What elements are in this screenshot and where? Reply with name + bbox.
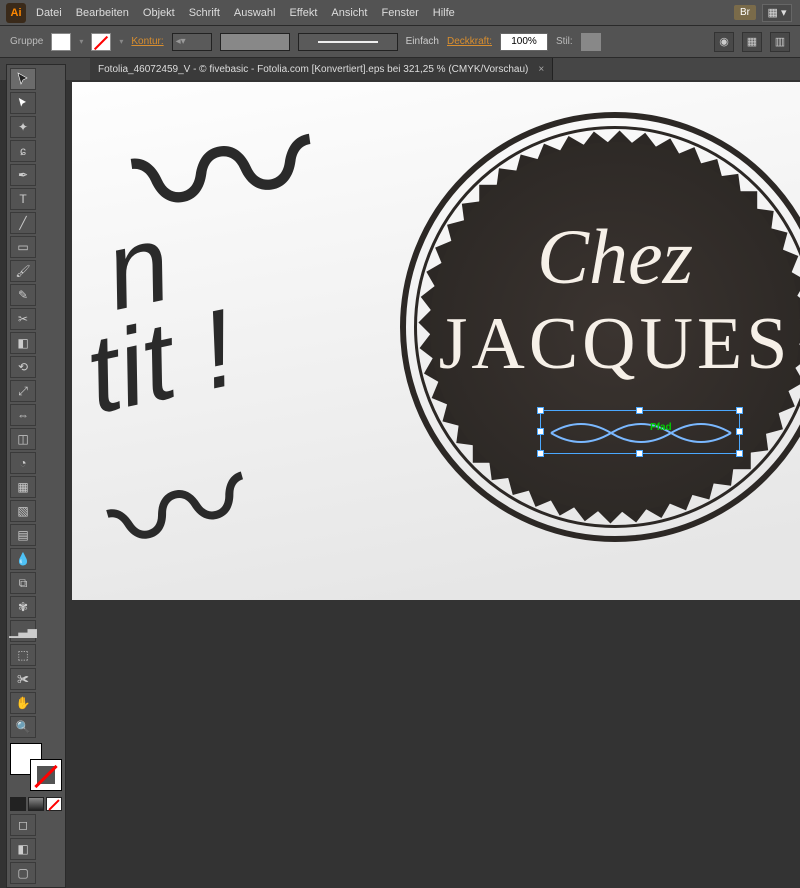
draw-behind[interactable]: ◧ xyxy=(10,838,36,860)
width-tool[interactable]: ⇔ xyxy=(10,404,36,426)
stroke-swatch[interactable] xyxy=(91,33,111,51)
bridge-button[interactable]: Br xyxy=(734,5,756,20)
selected-path xyxy=(541,411,741,455)
direct-selection-tool[interactable] xyxy=(10,92,36,114)
menu-hilfe[interactable]: Hilfe xyxy=(433,7,455,19)
fill-stroke-controls[interactable] xyxy=(10,743,62,791)
workspace-switcher[interactable]: ▦ ▾ xyxy=(762,4,792,22)
selection-tool[interactable] xyxy=(10,68,36,90)
screen-mode[interactable]: ▢ xyxy=(10,862,36,884)
stroke-box[interactable] xyxy=(30,759,62,791)
close-tab-icon[interactable]: × xyxy=(538,64,544,75)
free-transform-tool[interactable]: ◫ xyxy=(10,428,36,450)
badge-seal: Chez JACQUES Pfad xyxy=(430,142,800,512)
menu-bar: Ai Datei Bearbeiten Objekt Schrift Auswa… xyxy=(0,0,800,26)
brush-def[interactable] xyxy=(220,33,290,51)
slice-tool[interactable]: ✀ xyxy=(10,668,36,690)
app-logo: Ai xyxy=(6,3,26,23)
menu-effekt[interactable]: Effekt xyxy=(289,7,317,19)
menu-schrift[interactable]: Schrift xyxy=(189,7,220,19)
menu-objekt[interactable]: Objekt xyxy=(143,7,175,19)
column-graph-tool[interactable]: ▁▃▅ xyxy=(10,620,36,642)
rectangle-tool[interactable]: ▭ xyxy=(10,236,36,258)
path-tooltip: Pfad xyxy=(650,422,672,433)
selection-type-label: Gruppe xyxy=(10,36,43,47)
magic-wand-tool[interactable]: ✦ xyxy=(10,116,36,138)
pencil-tool[interactable]: ✎ xyxy=(10,284,36,306)
blob-brush-tool[interactable]: ✂ xyxy=(10,308,36,330)
eyedropper-tool[interactable]: 💧 xyxy=(10,548,36,570)
opacity-value[interactable]: 100% xyxy=(500,33,548,51)
style-swatch[interactable] xyxy=(581,33,601,51)
paintbrush-tool[interactable]: 🖌 xyxy=(10,260,36,282)
fill-swatch[interactable] xyxy=(51,33,71,51)
menu-bearbeiten[interactable]: Bearbeiten xyxy=(76,7,129,19)
document-tab[interactable]: Fotolia_46072459_V - © fivebasic - Fotol… xyxy=(90,58,553,80)
color-mode[interactable] xyxy=(10,797,26,811)
style-label: Stil: xyxy=(556,36,573,47)
menu-fenster[interactable]: Fenster xyxy=(381,7,418,19)
artboard-tool[interactable]: ⬚ xyxy=(10,644,36,666)
document-title: Fotolia_46072459_V - © fivebasic - Fotol… xyxy=(98,64,528,75)
document-tabs: Fotolia_46072459_V - © fivebasic - Fotol… xyxy=(0,58,800,80)
stroke-style-label: Einfach xyxy=(406,36,439,47)
transform-panel-icon[interactable]: ▥ xyxy=(770,32,790,52)
tools-panel: ✦ ɕ ✒ T ╱ ▭ 🖌 ✎ ✂ ◧ ⟲ ⤢ ⇔ ◫ ◔ ▦ ▧ ▤ 💧 ⧉ … xyxy=(6,64,66,888)
scale-tool[interactable]: ⤢ xyxy=(10,380,36,402)
opacity-label[interactable]: Deckkraft: xyxy=(447,36,492,47)
gradient-tool[interactable]: ▤ xyxy=(10,524,36,546)
menu-auswahl[interactable]: Auswahl xyxy=(234,7,276,19)
pen-tool[interactable]: ✒ xyxy=(10,164,36,186)
menu-ansicht[interactable]: Ansicht xyxy=(331,7,367,19)
type-tool[interactable]: T xyxy=(10,188,36,210)
badge-jacques: JACQUES xyxy=(430,302,800,387)
canvas[interactable]: 〰 n tit ! 〰 Chez JACQUES Pfad xyxy=(72,82,800,600)
shape-builder-tool[interactable]: ◔ xyxy=(10,452,36,474)
stroke-profile[interactable] xyxy=(298,33,398,51)
gradient-mode[interactable] xyxy=(28,797,44,811)
hand-tool[interactable]: ✋ xyxy=(10,692,36,714)
draw-normal[interactable]: ◻ xyxy=(10,814,36,836)
recolor-artwork-icon[interactable]: ◉ xyxy=(714,32,734,52)
zoom-tool[interactable]: 🔍 xyxy=(10,716,36,738)
stroke-label[interactable]: Kontur: xyxy=(131,36,163,47)
align-panel-icon[interactable]: ▦ xyxy=(742,32,762,52)
menu-datei[interactable]: Datei xyxy=(36,7,62,19)
eraser-tool[interactable]: ◧ xyxy=(10,332,36,354)
line-tool[interactable]: ╱ xyxy=(10,212,36,234)
lasso-tool[interactable]: ɕ xyxy=(10,140,36,162)
perspective-tool[interactable]: ▦ xyxy=(10,476,36,498)
symbol-sprayer-tool[interactable]: ✾ xyxy=(10,596,36,618)
selection-box[interactable] xyxy=(540,410,740,454)
rotate-tool[interactable]: ⟲ xyxy=(10,356,36,378)
badge-artwork: Chez JACQUES Pfad xyxy=(400,112,800,542)
blend-tool[interactable]: ⧉ xyxy=(10,572,36,594)
mesh-tool[interactable]: ▧ xyxy=(10,500,36,522)
options-bar: Gruppe ▾ ▾ Kontur: ◂▾ Einfach Deckkraft:… xyxy=(0,26,800,58)
none-mode[interactable] xyxy=(46,797,62,811)
flourish-bottom: 〰 xyxy=(82,387,272,600)
stroke-weight[interactable]: ◂▾ xyxy=(172,33,212,51)
badge-chez: Chez xyxy=(430,212,800,302)
color-modes xyxy=(10,797,62,811)
